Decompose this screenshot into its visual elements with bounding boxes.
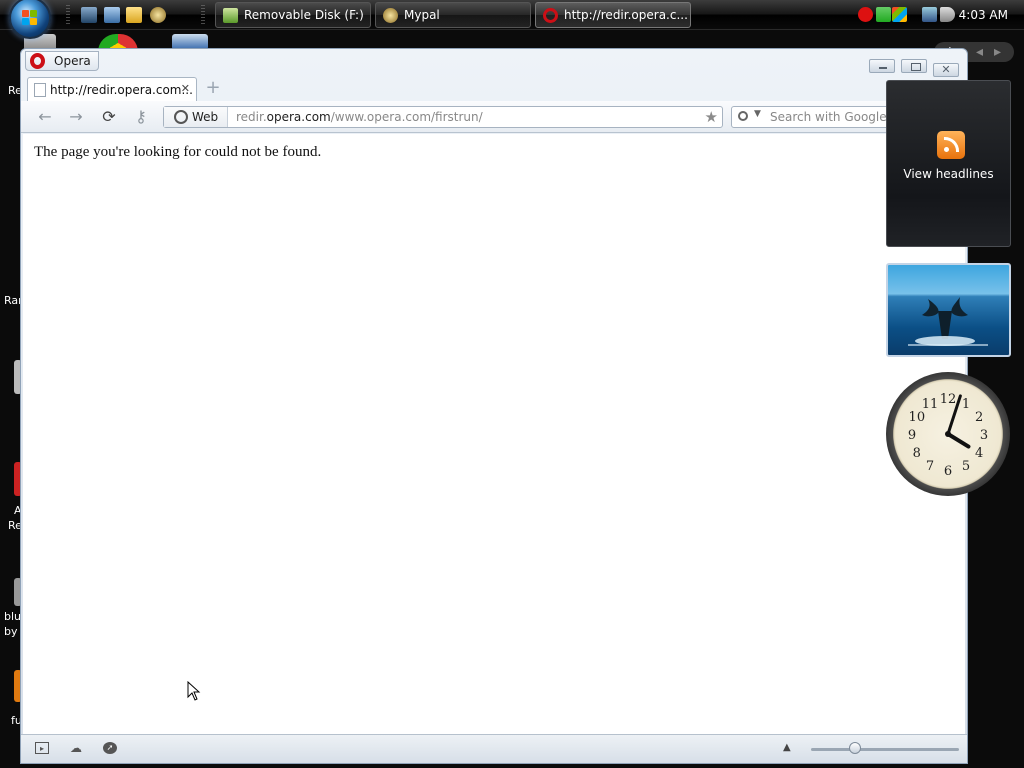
clock-number: 8 [913,446,921,461]
magnifier-icon [738,111,748,121]
search-placeholder: Search with Google [770,110,887,124]
view-options-icon[interactable]: ▲ [783,742,791,753]
clock-number: 11 [922,397,939,412]
url-domain: opera.com [266,110,331,124]
clock-number: 1 [962,397,970,412]
clock-center-pin [945,431,951,437]
new-tab-button[interactable]: + [205,79,221,97]
clock-face: 12 12 3 45678 9 1011 [908,392,988,479]
network-icon[interactable] [922,7,937,22]
forward-button[interactable]: → [66,108,86,126]
taskbar-button-removable-disk[interactable]: Removable Disk (F:) [215,2,371,28]
feed-headlines-gadget[interactable]: View headlines [886,80,1011,247]
folder-icon[interactable] [126,7,142,23]
drive-icon [223,8,238,23]
opera-logo-icon [30,53,45,69]
zoom-slider-knob[interactable] [849,742,862,754]
opera-icon [543,8,558,23]
address-badge-label: Web [192,110,219,124]
search-engine-dropdown-icon[interactable]: ▼ [754,109,761,119]
status-bar: ▸ ☁ ➚ ▲ [21,734,967,763]
page-content: The page you're looking for could not be… [23,134,965,736]
back-button[interactable]: ← [35,108,55,126]
url-prefix: redir. [236,110,267,124]
wand-key-icon[interactable]: ⚷ [131,108,151,126]
tab-close-icon[interactable]: ✕ [181,82,190,95]
volume-icon[interactable] [940,7,955,22]
taskbar-button-label: Mypal [404,8,440,22]
taskbar-button-label: Removable Disk (F:) [244,8,364,22]
mouse-cursor-icon [187,681,201,701]
clock-number: 6 [944,464,952,479]
taskbar-button-mypal[interactable]: Mypal [375,2,531,28]
view-headlines-label[interactable]: View headlines [887,167,1010,181]
turbo-speedometer-icon[interactable]: ➚ [103,742,117,754]
whale-tail-photo [908,297,988,346]
error-shield-icon[interactable] [858,7,873,22]
mypal-icon [383,8,398,23]
clock-number: 4 [975,446,983,461]
taskbar: Removable Disk (F:) Mypal http://redir.o… [0,0,1024,39]
mypal-quicklaunch-icon[interactable] [150,7,166,23]
clock-number: 10 [909,410,926,425]
panel-toggle-icon[interactable]: ▸ [35,742,49,754]
globe-icon [174,110,188,124]
previous-icon[interactable]: ◂ [976,42,983,62]
tab-strip: http://redir.opera.com... ✕ + [21,75,967,103]
url-path: /www.opera.com/firstrun/ [330,110,483,124]
opera-menu-button[interactable]: Opera [25,51,99,71]
navigation-toolbar: ← → ⟳ ⚷ Web redir.opera.com/www.opera.co… [21,101,967,133]
error-message: The page you're looking for could not be… [34,144,322,160]
show-desktop-icon[interactable] [81,7,97,23]
bookmark-star-icon[interactable]: ★ [705,108,718,126]
toolbar-grip[interactable] [66,5,70,25]
clock-number: 2 [975,410,983,425]
title-bar[interactable]: Opera ✕ [21,49,967,77]
rss-icon [937,131,965,159]
opera-browser-window: Opera ✕ http://redir.opera.com... ✕ + ← … [20,48,968,764]
maximize-button[interactable] [901,59,928,73]
clock-hour-hand [946,432,971,449]
minimize-button[interactable] [869,59,896,73]
taskbar-clock[interactable]: 4:03 AM [959,8,1008,22]
zoom-slider-track[interactable] [811,748,959,751]
clock-number: 5 [962,459,970,474]
opera-unite-cloud-icon[interactable]: ☁ [69,742,83,754]
toolbar-grip[interactable] [201,5,205,25]
clock-number: 3 [980,428,988,443]
slideshow-gadget[interactable] [886,263,1011,357]
analog-clock-gadget[interactable]: 12 1 2 3 4 5 6 7 8 9 10 11 [886,372,1010,496]
taskbar-button-label: http://redir.opera.c... [564,8,688,22]
clock-number: 9 [908,428,916,443]
taskbar-button-opera[interactable]: http://redir.opera.c... [535,2,691,28]
search-field[interactable]: ▼ Search with Google [731,106,901,128]
address-bar[interactable]: Web redir.opera.com/www.opera.com/firstr… [163,106,723,128]
page-icon [34,83,46,97]
tab-title: http://redir.opera.com... [50,83,193,97]
reload-button[interactable]: ⟳ [99,108,119,126]
clock-number: 7 [926,459,934,474]
next-icon[interactable]: ▸ [994,42,1001,62]
address-url[interactable]: redir.opera.com/www.opera.com/firstrun/ [236,110,483,124]
switch-windows-icon[interactable] [104,7,120,23]
clock-number: 12 [940,392,957,407]
windows-flag-icon [22,10,38,26]
windows-update-icon[interactable] [892,7,907,22]
opera-menu-label: Opera [54,54,91,68]
system-tray: 4:03 AM [854,0,1024,30]
address-badge[interactable]: Web [164,107,228,127]
security-icon[interactable] [876,7,891,22]
tab-redir-opera[interactable]: http://redir.opera.com... ✕ [27,77,197,103]
